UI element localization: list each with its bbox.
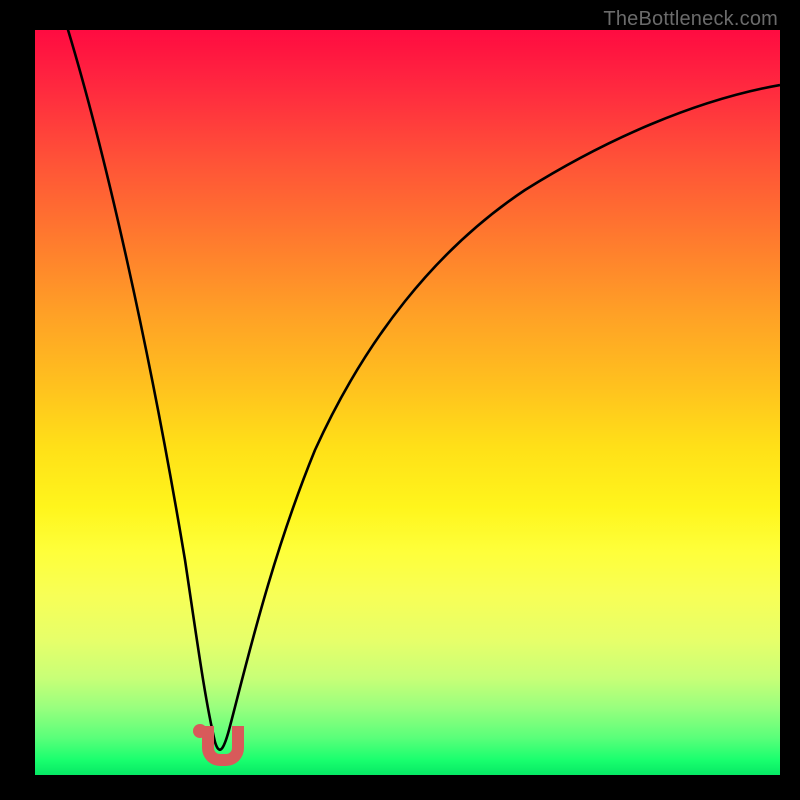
marker-u-shape [202,726,244,766]
watermark-text: TheBottleneck.com [603,8,778,31]
marker-layer [35,30,780,775]
plot-area [35,30,780,775]
outer-frame: TheBottleneck.com [0,0,800,800]
